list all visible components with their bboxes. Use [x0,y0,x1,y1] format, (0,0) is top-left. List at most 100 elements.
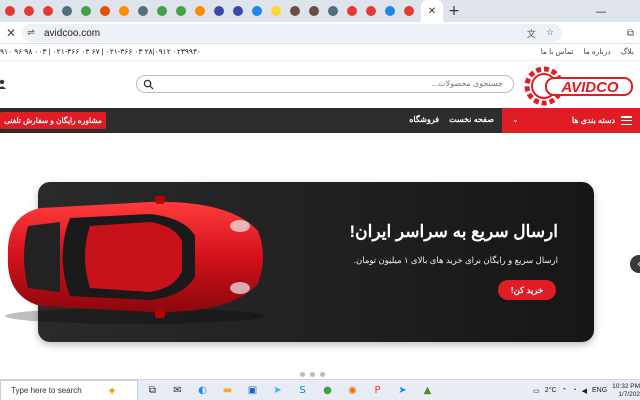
tray-chevron-icon[interactable]: ⌃ [562,387,568,395]
browser-tab[interactable] [305,2,323,20]
logo-text: AVIDCO [560,79,619,96]
temperature-text[interactable]: 2°C [545,387,557,394]
top-link-about[interactable]: درباره ما [583,47,610,56]
slider-next-icon[interactable]: ‹ [630,255,640,273]
site-info-icon[interactable]: ⇌ [22,28,40,38]
top-links: بلاگ درباره ما تماس با ما [541,47,634,56]
tab-favicon-icon [252,6,262,16]
browser-tab[interactable] [153,2,171,20]
active-tab[interactable]: ✕ [421,0,443,22]
buy-now-button[interactable]: خرید کن! [498,280,556,300]
browser-tab[interactable] [286,2,304,20]
chrome-icon[interactable]: ● [319,382,336,399]
telegram-desktop-icon[interactable]: ➤ [394,382,411,399]
tab-favicon-icon [81,6,91,16]
tab-favicon-icon [214,6,224,16]
nav-home[interactable]: صفحه نخست [449,115,494,124]
browser-tab[interactable] [172,2,190,20]
taskbar-search[interactable]: Type here to search ✦ [0,380,138,400]
browser-tab[interactable] [134,2,152,20]
store-icon[interactable]: ▣ [244,382,261,399]
taskbar-search-placeholder: Type here to search [11,386,82,395]
tab-favicon-icon [43,6,53,16]
nav-shop[interactable]: فروشگاه [409,115,439,124]
tab-favicon-icon [309,6,319,16]
phone-numbers: ۹۱۰ ۹۶ ۹۸ ۰۰۳ | ۰۲۱-۳۶۶ ۰۳ ۶۷ | ۰۲۱-۳۶۶ … [0,47,202,56]
skype-icon[interactable]: S [294,382,311,399]
battery-icon[interactable]: ▭ [533,387,540,395]
bookmark-star-icon[interactable]: ☆ [546,28,554,38]
consult-label: مشاوره رایگان و سفارش تلفنی [4,116,102,125]
slider-dot[interactable] [300,372,305,377]
copilot-icon[interactable]: ✦ [107,384,117,398]
tab-favicon-icon [195,6,205,16]
browser-tab[interactable] [115,2,133,20]
window-minimize-button[interactable]: — [588,0,614,22]
task-view-icon[interactable]: ⧉ [144,382,161,399]
tab-favicon-icon [119,6,129,16]
consult-button[interactable]: مشاوره رایگان و سفارش تلفنی [0,112,106,129]
firefox-icon[interactable]: ◉ [344,382,361,399]
windows-taskbar: Type here to search ✦ ⧉ ✉ ◐ ▬ ▣ ➤ S ● ◉ … [0,379,640,400]
main-nav: مشاوره رایگان و سفارش تلفنی صفحه نخست فر… [0,108,640,133]
red-car-image [5,196,265,324]
tab-favicon-icon [385,6,395,16]
buy-now-label: خرید کن! [510,284,544,295]
extensions-icon[interactable]: ⧉ [627,28,634,39]
edge-icon[interactable]: ◐ [194,382,211,399]
top-link-blog[interactable]: بلاگ [621,47,634,56]
mail-icon[interactable]: ✉ [169,382,186,399]
top-link-contact[interactable]: تماس با ما [541,47,574,56]
tab-favicon-icon [5,6,15,16]
tab-favicon-icon [404,6,414,16]
browser-tab[interactable] [1,2,19,20]
browser-tab[interactable] [58,2,76,20]
browser-tab[interactable] [400,2,418,20]
browser-tab[interactable] [267,2,285,20]
url-text[interactable]: avidcoo.com [44,28,100,39]
browser-tab[interactable] [39,2,57,20]
categories-label: دسته بندی ها [571,116,615,125]
volume-icon[interactable]: ◀ [582,387,587,395]
clock[interactable]: 10:32 PM 1/7/202 [612,383,640,399]
user-account-icon[interactable] [0,79,8,89]
app-triangle-icon[interactable]: ▲ [419,382,436,399]
tab-favicon-icon [138,6,148,16]
translate-icon[interactable]: 文 [527,27,536,40]
telegram-icon[interactable]: ➤ [269,382,286,399]
browser-tab[interactable] [381,2,399,20]
product-search[interactable]: جستجوی محصولات... [136,75,514,93]
slider-dot[interactable] [310,372,315,377]
search-icon[interactable] [143,79,154,90]
browser-tab[interactable] [20,2,38,20]
address-bar[interactable]: ⇌ avidcoo.com 文 ☆ [22,24,562,42]
tab-close-icon[interactable]: ✕ [428,6,436,17]
browser-tab[interactable] [191,2,209,20]
stop-loading-icon[interactable]: ✕ [0,26,22,40]
chevron-down-icon: ⌄ [512,115,519,124]
browser-tab[interactable] [229,2,247,20]
clock-time: 10:32 PM [612,382,640,390]
browser-tab[interactable] [248,2,266,20]
language-indicator[interactable]: ENG [592,387,607,394]
tab-favicon-icon [347,6,357,16]
browser-tab[interactable] [362,2,380,20]
tab-favicon-icon [100,6,110,16]
tab-favicon-icon [366,6,376,16]
app-p-icon[interactable]: P [369,382,386,399]
browser-tab[interactable] [210,2,228,20]
file-explorer-icon[interactable]: ▬ [219,382,236,399]
browser-tab[interactable] [343,2,361,20]
browser-tab[interactable] [96,2,114,20]
avidco-logo[interactable]: AVIDCO [524,65,636,107]
site-header: جستجوی محصولات... AVIDCO [0,61,640,108]
slider-dot[interactable] [320,372,325,377]
browser-tab[interactable] [324,2,342,20]
hero-subtitle: ارسال سریع و رایگان برای خرید های بالای … [353,255,558,265]
network-icon[interactable]: ◔ [572,387,576,394]
browser-tab[interactable] [77,2,95,20]
new-tab-button[interactable]: + [443,0,465,22]
tab-favicon-icon [290,6,300,16]
hamburger-icon [621,116,632,125]
categories-button[interactable]: ⌄ دسته بندی ها [502,108,640,133]
